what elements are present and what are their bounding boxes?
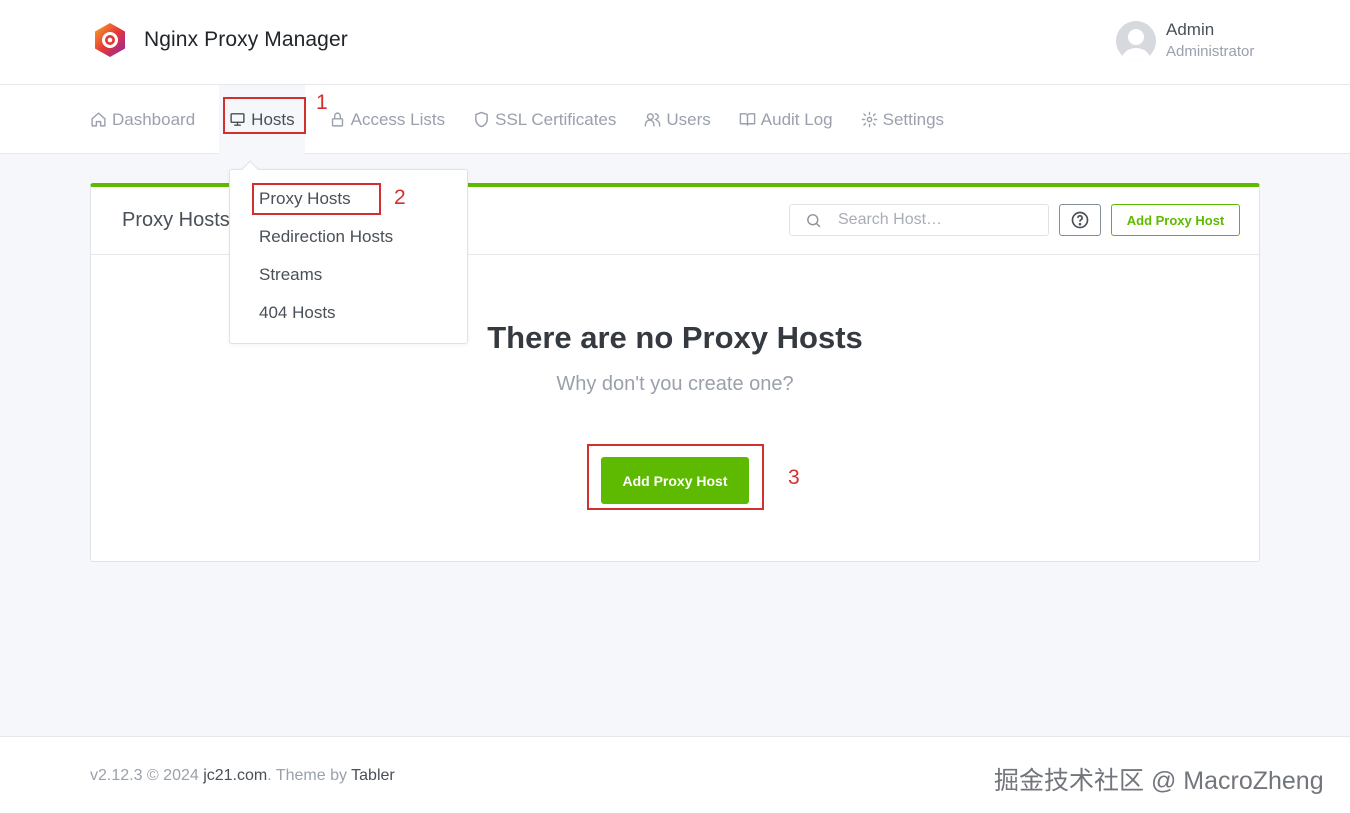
nginx-proxy-manager-logo-icon — [95, 23, 125, 57]
annotation-number-1: 1 — [316, 91, 328, 114]
nav-label: Access Lists — [350, 109, 446, 129]
help-button[interactable] — [1059, 204, 1101, 236]
empty-state-subtitle: Why don't you create one? — [556, 373, 794, 395]
dropdown-item-streams[interactable]: Streams — [259, 265, 322, 285]
main-nav: Dashboard Hosts Access Lists SSL Certifi… — [0, 85, 1350, 154]
search-icon — [807, 214, 821, 228]
dropdown-arrow — [241, 160, 259, 178]
shield-icon — [475, 111, 488, 128]
avatar-placeholder-icon — [1122, 28, 1150, 61]
search-box[interactable] — [789, 204, 1049, 236]
users-icon — [645, 113, 661, 127]
footer-theme-by: . Theme by — [267, 767, 352, 784]
nav-label: Users — [666, 109, 711, 129]
nav-ssl-certificates[interactable]: SSL Certificates — [473, 85, 616, 154]
annotation-box-1 — [223, 97, 306, 134]
nav-label: SSL Certificates — [495, 109, 617, 129]
footer-link-tabler[interactable]: Tabler — [351, 767, 395, 784]
lock-icon — [331, 112, 343, 127]
avatar[interactable] — [1116, 20, 1156, 61]
annotation-box-3 — [587, 444, 764, 510]
nav-access-lists[interactable]: Access Lists — [329, 85, 445, 154]
home-icon — [91, 112, 106, 127]
dropdown-item-404-hosts[interactable]: 404 Hosts — [259, 303, 336, 323]
annotation-number-2: 2 — [394, 186, 406, 209]
user-name: Admin — [1166, 20, 1215, 39]
book-icon — [739, 113, 756, 126]
annotation-number-3: 3 — [788, 466, 800, 489]
brand[interactable]: Nginx Proxy Manager — [92, 22, 348, 58]
nav-users[interactable]: Users — [644, 85, 711, 154]
footer: v2.12.3 © 2024 jc21.com. Theme by Tabler… — [0, 736, 1350, 813]
nav-label: Settings — [882, 109, 945, 129]
app-header: Nginx Proxy Manager Admin Administrator — [0, 0, 1350, 85]
add-proxy-host-header-button[interactable]: Add Proxy Host — [1111, 204, 1240, 236]
app-title: Nginx Proxy Manager — [144, 28, 348, 51]
user-role: Administrator — [1166, 43, 1255, 61]
footer-text: v2.12.3 © 2024 jc21.com. Theme by Tabler — [90, 767, 395, 785]
nav-settings[interactable]: Settings — [861, 85, 944, 154]
annotation-box-2 — [252, 183, 381, 215]
card-title: Proxy Hosts — [122, 209, 230, 231]
dropdown-item-redirection-hosts[interactable]: Redirection Hosts — [259, 227, 393, 247]
gear-icon — [861, 111, 877, 128]
search-input[interactable] — [838, 209, 1038, 231]
footer-version: v2.12.3 © 2024 — [90, 767, 204, 784]
watermark: 掘金技术社区 @ MacroZheng — [994, 767, 1324, 795]
user-menu[interactable]: Admin Administrator — [1116, 20, 1254, 61]
nav-dashboard[interactable]: Dashboard — [90, 85, 195, 154]
nav-label: Dashboard — [112, 109, 196, 129]
footer-link-jc21[interactable]: jc21.com — [203, 767, 267, 784]
nav-audit-log[interactable]: Audit Log — [739, 85, 833, 154]
help-icon — [1071, 211, 1089, 229]
nav-label: Audit Log — [760, 109, 833, 129]
